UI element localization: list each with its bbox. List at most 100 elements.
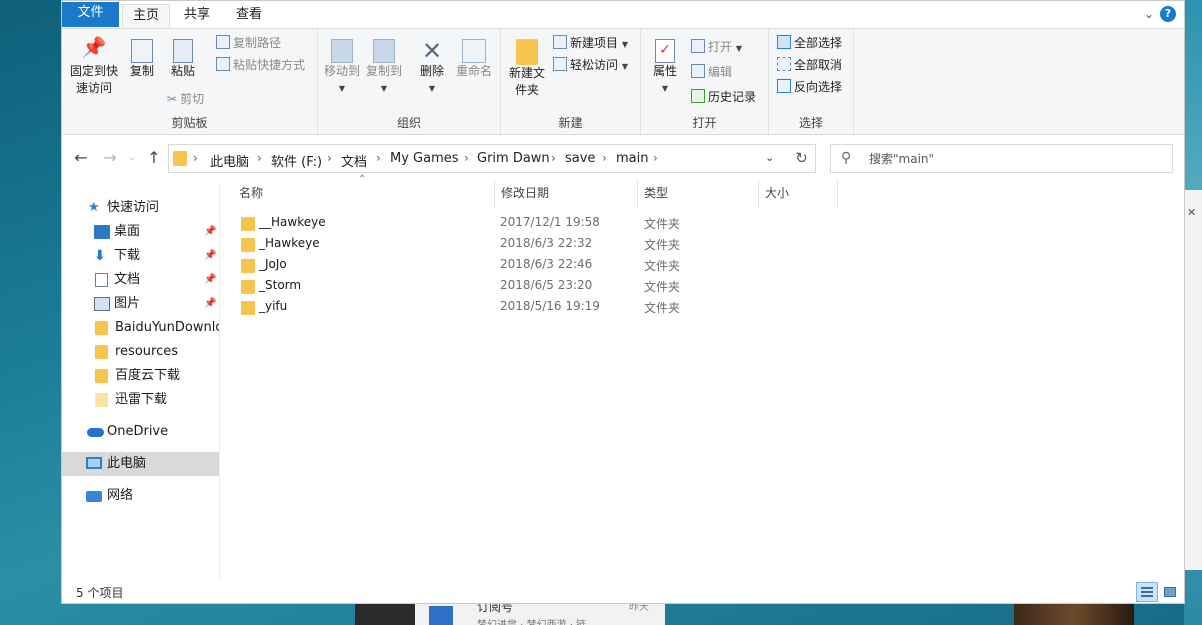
table-row[interactable]: _Storm 2018/6/5 23:20 文件夹: [237, 276, 837, 297]
breadcrumb-separator[interactable]: ›: [257, 151, 262, 165]
sidebar-item-documents[interactable]: 文档 📌: [62, 268, 219, 292]
sidebar-item-this-pc[interactable]: 此电脑: [62, 452, 219, 476]
sidebar-item-baiduyundownload[interactable]: BaiduYunDownload: [62, 316, 219, 340]
details-view-icon: [1141, 587, 1153, 597]
side-panel-close-icon[interactable]: ✕: [1187, 206, 1196, 219]
sidebar-item-baidu-cloud[interactable]: 百度云下载: [62, 364, 219, 388]
pin-icon[interactable]: 📌: [204, 292, 216, 316]
open-button[interactable]: 打开 ▼: [691, 39, 742, 57]
column-header-name[interactable]: 名称: [239, 185, 494, 207]
address-dropdown-icon[interactable]: ⌄: [765, 151, 774, 164]
column-header-type[interactable]: 类型: [644, 185, 759, 207]
breadcrumb-this-pc[interactable]: 此电脑: [210, 151, 249, 170]
cut-button[interactable]: ✂ 剪切: [167, 91, 204, 107]
easy-access-button[interactable]: 轻松访问 ▼: [553, 57, 628, 75]
breadcrumb-drive-f[interactable]: 软件 (F:): [271, 151, 322, 170]
easy-access-icon: [553, 57, 567, 71]
sidebar-item-onedrive[interactable]: OneDrive: [62, 420, 219, 444]
explorer-window: 文件 主页 共享 查看 ⌄ ? 📌 固定到快速访问 复制 粘贴 复制路径 粘贴快…: [61, 0, 1185, 604]
refresh-icon[interactable]: ↻: [788, 144, 816, 173]
collapse-ribbon-icon[interactable]: ⌄: [1144, 7, 1154, 21]
breadcrumb-documents[interactable]: 文档: [341, 151, 367, 170]
group-select: 全部选择 全部取消 反向选择 选择: [769, 29, 854, 134]
paste-shortcut-button[interactable]: 粘贴快捷方式: [216, 57, 305, 73]
table-row[interactable]: __Hawkeye 2017/12/1 19:58 文件夹: [237, 213, 837, 234]
new-item-icon: [553, 35, 567, 49]
column-divider[interactable]: [837, 180, 838, 208]
breadcrumb-separator[interactable]: ›: [602, 151, 607, 165]
table-row[interactable]: _yifu 2018/5/16 19:19 文件夹: [237, 297, 837, 318]
breadcrumb-separator[interactable]: ›: [464, 151, 469, 165]
breadcrumb-grim-dawn[interactable]: Grim Dawn: [477, 151, 550, 166]
details-view-button[interactable]: [1136, 582, 1158, 602]
sidebar-item-network[interactable]: 网络: [62, 484, 219, 508]
navigation-pane: ★ 快速访问 桌面 📌 ⬇ 下载 📌 文档 📌 图片 📌 BaiduYunDow…: [62, 184, 220, 579]
pin-icon[interactable]: 📌: [204, 220, 216, 244]
sidebar-item-downloads[interactable]: ⬇ 下载 📌: [62, 244, 219, 268]
tab-view[interactable]: 查看: [225, 4, 273, 28]
file-name: _JoJo: [259, 257, 287, 271]
sidebar-item-thunder-download[interactable]: 迅雷下载: [62, 388, 219, 412]
new-item-button[interactable]: 新建项目 ▼: [553, 35, 628, 53]
rename-button[interactable]: 重命名: [454, 39, 494, 80]
column-divider[interactable]: [758, 180, 759, 208]
copy-to-button[interactable]: 复制到 ▼: [364, 39, 404, 97]
copy-button[interactable]: 复制: [124, 39, 160, 80]
sidebar-item-quick-access[interactable]: ★ 快速访问: [62, 196, 219, 220]
breadcrumb-separator[interactable]: ›: [551, 151, 556, 165]
edit-button[interactable]: 编辑: [691, 64, 732, 80]
pin-quick-access-button[interactable]: 📌 固定到快速访问: [66, 37, 122, 97]
move-to-button[interactable]: 移动到 ▼: [322, 39, 362, 97]
search-input[interactable]: [869, 150, 1159, 168]
breadcrumb-separator[interactable]: ›: [376, 151, 381, 165]
tab-file[interactable]: 文件: [62, 2, 119, 27]
sidebar-item-desktop[interactable]: 桌面 📌: [62, 220, 219, 244]
search-box[interactable]: ⚲: [830, 144, 1173, 173]
new-folder-button[interactable]: 新建文件夹: [507, 39, 547, 99]
breadcrumb-separator[interactable]: ›: [193, 151, 198, 165]
select-none-button[interactable]: 全部取消: [777, 57, 842, 73]
search-icon: ⚲: [841, 150, 852, 166]
address-bar[interactable]: › 此电脑 › 软件 (F:) › 文档 › My Games › Grim D…: [168, 144, 811, 173]
picture-icon: [94, 297, 110, 311]
group-new: 新建文件夹 新建项目 ▼ 轻松访问 ▼ 新建: [501, 29, 641, 134]
table-row[interactable]: _Hawkeye 2018/6/3 22:32 文件夹: [237, 234, 837, 255]
select-all-button[interactable]: 全部选择: [777, 35, 842, 51]
breadcrumb-save[interactable]: save: [565, 151, 595, 166]
recent-locations-chevron-icon[interactable]: ⌄: [122, 153, 142, 163]
history-button[interactable]: 历史记录: [691, 89, 756, 105]
file-name: __Hawkeye: [259, 215, 326, 229]
tab-home[interactable]: 主页: [122, 4, 170, 28]
open-icon: [691, 39, 705, 53]
breadcrumb-main[interactable]: main: [616, 151, 648, 166]
column-divider[interactable]: [494, 180, 495, 208]
desktop-thumbnail: [1014, 604, 1134, 625]
tiles-view-button[interactable]: [1159, 582, 1181, 602]
column-divider[interactable]: [637, 180, 638, 208]
properties-button[interactable]: ✓ 属性 ▼: [647, 39, 683, 97]
pin-icon[interactable]: 📌: [204, 244, 216, 268]
breadcrumb-my-games[interactable]: My Games: [390, 151, 459, 166]
desktop-side-panel: ✕: [1184, 190, 1202, 570]
delete-button[interactable]: ✕ 删除 ▼: [416, 39, 448, 97]
column-header-size[interactable]: 大小: [765, 185, 835, 207]
pin-icon[interactable]: 📌: [204, 268, 216, 292]
column-header-date[interactable]: 修改日期: [501, 185, 636, 207]
invert-selection-button[interactable]: 反向选择: [777, 79, 842, 95]
breadcrumb-separator[interactable]: ›: [327, 151, 332, 165]
back-arrow-icon[interactable]: ←: [71, 148, 91, 167]
sidebar-item-resources[interactable]: resources: [62, 340, 219, 364]
group-clipboard: 📌 固定到快速访问 复制 粘贴 复制路径 粘贴快捷方式 ✂ 剪切 剪贴板: [62, 29, 318, 134]
file-date: 2017/12/1 19:58: [500, 215, 600, 229]
group-label-select: 选择: [798, 116, 823, 130]
copy-path-button[interactable]: 复制路径: [216, 35, 281, 51]
table-row[interactable]: _JoJo 2018/6/3 22:46 文件夹: [237, 255, 837, 276]
sidebar-item-pictures[interactable]: 图片 📌: [62, 292, 219, 316]
breadcrumb-separator[interactable]: ›: [653, 151, 658, 165]
desktop-notification-card[interactable]: 订阅号 梦幻进尝 · 梦幻西游 · 链 昨天: [415, 600, 665, 625]
up-arrow-icon[interactable]: ↑: [144, 148, 164, 167]
help-icon[interactable]: ?: [1160, 6, 1176, 22]
forward-arrow-icon[interactable]: →: [100, 148, 120, 167]
paste-button[interactable]: 粘贴: [165, 39, 201, 80]
tab-share[interactable]: 共享: [174, 4, 220, 28]
